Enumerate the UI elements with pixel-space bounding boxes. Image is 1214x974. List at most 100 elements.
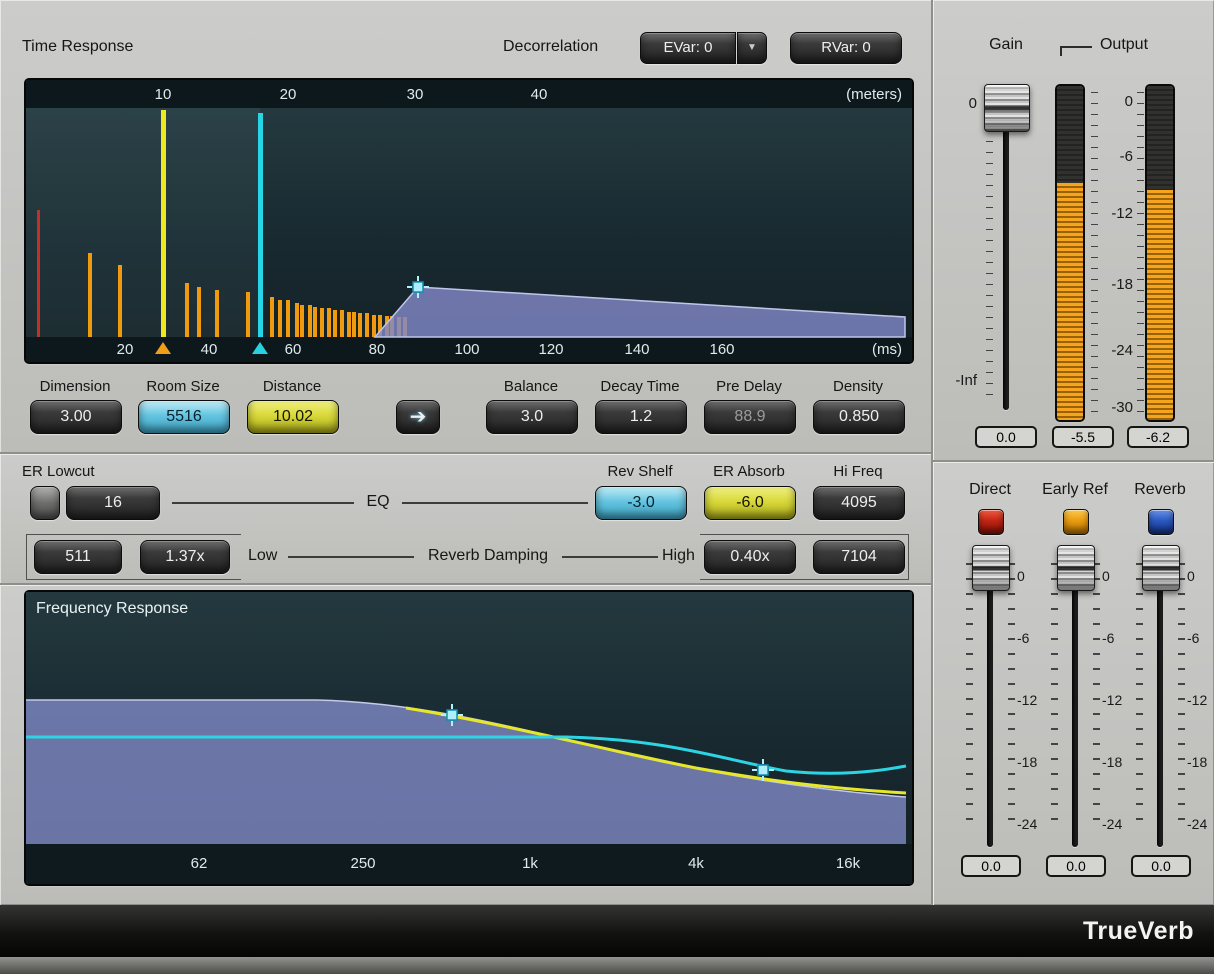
output-label: Output	[1089, 36, 1159, 54]
direct-fader-knob[interactable]	[972, 545, 1010, 591]
reverb-scale: -24	[1187, 816, 1207, 832]
eq-connector-line	[172, 502, 354, 504]
pre-delay-label: Pre Delay	[704, 378, 794, 395]
gain-readout[interactable]: 0.0	[975, 426, 1037, 448]
damping-high-label: High	[662, 547, 695, 565]
distance-value[interactable]: 10.02	[247, 400, 339, 434]
output-left-readout[interactable]: -5.5	[1052, 426, 1114, 448]
early-ref-tick-marks	[1051, 563, 1058, 825]
eq-connector-line	[402, 502, 588, 504]
reverb-envelope[interactable]	[375, 287, 905, 337]
reverb-label: Reverb	[1120, 481, 1200, 499]
direct-scale: -18	[1017, 754, 1037, 770]
predelay-er-triangle-marker[interactable]	[155, 342, 171, 354]
eq-label: EQ	[358, 493, 398, 511]
early-ref-button[interactable]	[1063, 509, 1089, 535]
evar-button[interactable]: EVar: 0	[640, 32, 736, 64]
eq-panel: ER Lowcut 16 EQ Rev Shelf -3.0 ER Absorb…	[0, 453, 933, 584]
brand-logo: TrueVerb	[1083, 917, 1194, 946]
damp-high-ratio-value[interactable]: 0.40x	[704, 540, 796, 574]
evar-dropdown-arrow-icon[interactable]: ▼	[737, 32, 767, 64]
early-ref-scale: -24	[1102, 816, 1122, 832]
reverb-scale: -12	[1187, 692, 1207, 708]
rvar-button[interactable]: RVar: 0	[790, 32, 902, 64]
room-size-value[interactable]: 5516	[138, 400, 230, 434]
reverb-scale: -18	[1187, 754, 1207, 770]
trueverb-plugin-window: Time Response Decorrelation EVar: 0 ▼ RV…	[0, 0, 1214, 974]
direct-readout[interactable]: 0.0	[961, 855, 1021, 877]
meter-scale-0: 0	[1093, 93, 1133, 110]
direct-tick-marks	[1008, 563, 1015, 825]
early-ref-readout[interactable]: 0.0	[1046, 855, 1106, 877]
reverb-fader-track[interactable]	[1157, 553, 1163, 847]
damp-low-freq-value[interactable]: 511	[34, 540, 122, 574]
direct-scale: -12	[1017, 692, 1037, 708]
meter-scale-18: -18	[1093, 276, 1133, 293]
output-meter-left	[1057, 86, 1083, 420]
panel-divider	[0, 583, 931, 585]
reverb-damping-title: Reverb Damping	[418, 547, 558, 565]
time-response-overlay	[26, 80, 912, 362]
er-lowcut-value[interactable]: 16	[66, 486, 160, 520]
frequency-response-overlay	[26, 592, 912, 884]
panel-divider	[931, 0, 933, 905]
direct-fader-track[interactable]	[987, 553, 993, 847]
balance-label: Balance	[486, 378, 576, 395]
early-ref-fader-knob[interactable]	[1057, 545, 1095, 591]
bottom-bar: TrueVerb	[0, 905, 1214, 957]
time-response-graph: 10 20 30 40 (meters) 20 40 60 80 100 120…	[26, 80, 912, 362]
reverb-button[interactable]	[1148, 509, 1174, 535]
gain-tick-marks	[986, 97, 993, 405]
rev-shelf-value[interactable]: -3.0	[595, 486, 687, 520]
damping-low-label: Low	[248, 547, 277, 565]
output-right-readout[interactable]: -6.2	[1127, 426, 1189, 448]
decorrelation-label: Decorrelation	[503, 38, 598, 56]
gain-fader-track[interactable]	[1003, 92, 1009, 410]
output-meter-right-fill	[1147, 190, 1173, 420]
hi-freq-label: Hi Freq	[813, 463, 903, 480]
damp-low-ratio-value[interactable]: 1.37x	[140, 540, 230, 574]
room-size-marker-bar[interactable]	[161, 110, 166, 337]
distance-marker-bar[interactable]	[258, 113, 263, 337]
direct-scale: -24	[1017, 816, 1037, 832]
damping-response-area	[26, 700, 906, 844]
dimension-value[interactable]: 3.00	[30, 400, 122, 434]
decay-time-label: Decay Time	[595, 378, 685, 395]
reverb-tick-marks	[1136, 563, 1143, 825]
meter-scale-24: -24	[1093, 342, 1133, 359]
early-ref-scale: 0	[1102, 568, 1110, 584]
hi-freq-value[interactable]: 4095	[813, 486, 905, 520]
predelay-rev-triangle-marker[interactable]	[252, 342, 268, 354]
direct-scale: 0	[1017, 568, 1025, 584]
reverb-tick-marks	[1178, 563, 1185, 825]
meter-tick-marks	[1137, 92, 1144, 414]
frequency-response-graph: 62 250 1k 4k 16k	[26, 592, 912, 884]
er-absorb-value[interactable]: -6.0	[704, 486, 796, 520]
meter-tick-marks	[1091, 92, 1098, 414]
direct-button[interactable]	[978, 509, 1004, 535]
meter-scale-6: -6	[1093, 148, 1133, 165]
pre-delay-value[interactable]: 88.9	[704, 400, 796, 434]
reverb-readout[interactable]: 0.0	[1131, 855, 1191, 877]
er-absorb-label: ER Absorb	[704, 463, 794, 480]
early-ref-fader-track[interactable]	[1072, 553, 1078, 847]
early-ref-label: Early Ref	[1035, 481, 1115, 499]
gain-scale-top: 0	[947, 95, 977, 112]
link-arrow-button[interactable]: ➔	[396, 400, 440, 434]
density-value[interactable]: 0.850	[813, 400, 905, 434]
frequency-response-panel: 62 250 1k 4k 16k	[0, 584, 933, 905]
decay-time-value[interactable]: 1.2	[595, 400, 687, 434]
balance-value[interactable]: 3.0	[486, 400, 578, 434]
reverb-fader-knob[interactable]	[1142, 545, 1180, 591]
gain-fader-knob[interactable]	[984, 84, 1030, 132]
er-lowcut-toggle[interactable]	[30, 486, 60, 520]
output-meter-left-fill	[1057, 183, 1083, 420]
reverb-scale: 0	[1187, 568, 1195, 584]
frequency-response-title: Frequency Response	[36, 600, 188, 618]
dimension-label: Dimension	[30, 378, 120, 395]
er-lowcut-label: ER Lowcut	[22, 463, 95, 480]
mixer-panel: Direct Early Ref Reverb 0 -6 -12 -18 -24…	[933, 461, 1214, 905]
damp-high-freq-value[interactable]: 7104	[813, 540, 905, 574]
distance-label: Distance	[247, 378, 337, 395]
rev-shelf-label: Rev Shelf	[595, 463, 685, 480]
